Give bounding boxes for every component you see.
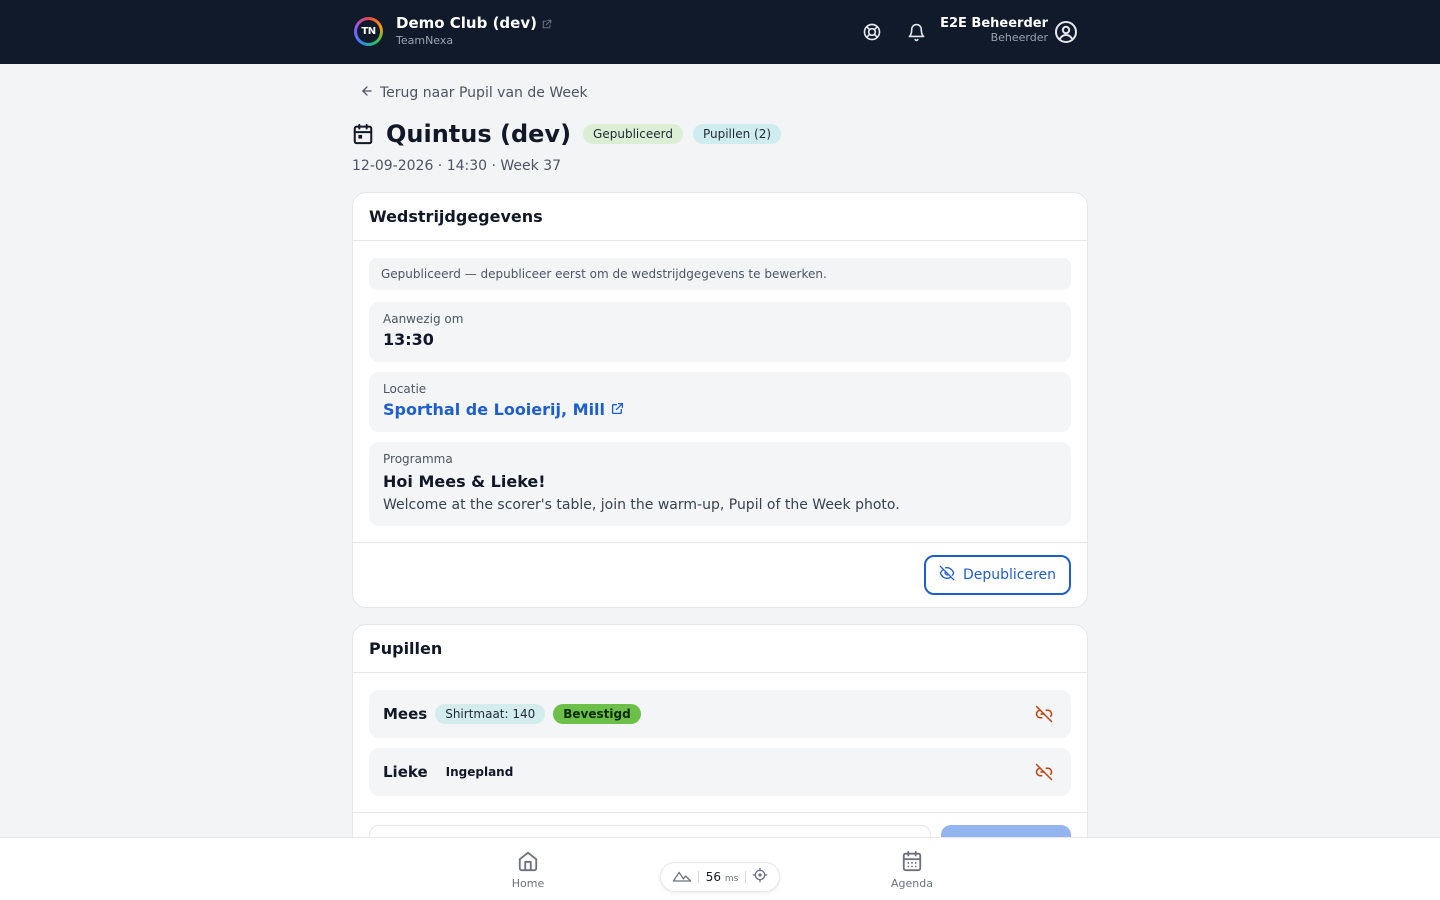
- org-name: TeamNexa: [396, 34, 454, 47]
- mountain-icon[interactable]: [672, 868, 692, 887]
- unlink-pupil-icon[interactable]: [1035, 705, 1053, 723]
- club-brand[interactable]: TN Demo Club (dev) TeamNexa: [354, 16, 552, 46]
- user-menu[interactable]: E2E Beheerder Beheerder: [940, 17, 1048, 43]
- divider: [744, 871, 746, 883]
- club-name: Demo Club (dev): [396, 14, 537, 32]
- nav-agenda[interactable]: Agenda: [872, 850, 952, 890]
- calendar-icon: [352, 123, 374, 145]
- crosshair-icon[interactable]: [752, 867, 768, 887]
- pupil-status-badge: Ingepland: [445, 765, 514, 779]
- present-at-label: Aanwezig om: [383, 312, 464, 326]
- pupils-count-badge: Pupillen (2): [692, 124, 782, 144]
- page-title: Quintus (dev): [386, 120, 572, 148]
- notifications-bell-icon[interactable]: [905, 21, 927, 43]
- user-avatar-icon[interactable]: [1054, 20, 1078, 44]
- external-link-icon: [611, 400, 624, 419]
- top-bar: TN Demo Club (dev) TeamNexa E2E Beheerde…: [0, 0, 1440, 64]
- location-link[interactable]: Sporthal de Looierij, Mill: [383, 400, 1057, 419]
- pupil-name: Mees: [383, 705, 428, 723]
- pupil-row: Mees Shirtmaat: 140 Bevestigd: [369, 690, 1071, 738]
- pupils-card-title: Pupillen: [353, 625, 1087, 673]
- unpublish-button[interactable]: Depubliceren: [924, 555, 1071, 595]
- program-text: Welcome at the scorer's table, join the …: [383, 497, 900, 513]
- latency-value: 56: [705, 870, 721, 884]
- divider: [698, 871, 700, 883]
- pupil-status-badge: Bevestigd: [553, 704, 641, 724]
- match-details-card: Wedstrijdgegevens Gepubliceerd — depubli…: [352, 192, 1088, 608]
- shirt-size-chip: Shirtmaat: 140: [435, 704, 546, 724]
- club-logo-text: TN: [357, 19, 380, 43]
- published-notice: Gepubliceerd — depubliceer eerst om de w…: [369, 258, 1071, 290]
- user-name: E2E Beheerder: [940, 16, 1048, 31]
- present-at-value: 13:30: [383, 330, 434, 349]
- back-link-label: Terug naar Pupil van de Week: [380, 85, 588, 101]
- status-badge: Gepubliceerd: [583, 124, 683, 144]
- external-link-icon[interactable]: [542, 19, 552, 29]
- unpublish-label: Depubliceren: [962, 567, 1057, 583]
- match-datetime: 12-09-2026 · 14:30 · Week 37: [352, 158, 562, 174]
- latency-readout: 56 ms: [706, 870, 739, 884]
- present-at-field: Aanwezig om 13:30: [369, 302, 1071, 362]
- pupil-row: Lieke Ingepland: [369, 748, 1071, 796]
- location-field: Locatie Sporthal de Looierij, Mill: [369, 372, 1071, 432]
- program-title: Hoi Mees & Lieke!: [383, 472, 546, 491]
- pupil-name: Lieke: [383, 763, 428, 781]
- match-details-footer: Depubliceren: [353, 542, 1087, 608]
- home-icon: [518, 851, 538, 872]
- divider: [353, 812, 1087, 813]
- arrow-left-icon: [360, 84, 374, 102]
- club-logo: TN: [354, 16, 383, 46]
- match-details-title: Wedstrijdgegevens: [353, 193, 1087, 241]
- location-label: Locatie: [383, 382, 427, 396]
- nav-agenda-label: Agenda: [891, 877, 933, 890]
- bottom-nav: Home 56 ms Agenda: [0, 837, 1440, 900]
- program-field: Programma Hoi Mees & Lieke! Welcome at t…: [369, 442, 1071, 526]
- calendar-icon: [902, 850, 922, 872]
- nav-home-label: Home: [511, 877, 545, 890]
- program-label: Programma: [383, 452, 453, 466]
- location-value: Sporthal de Looierij, Mill: [383, 400, 606, 419]
- eye-off-icon: [939, 565, 955, 585]
- back-link[interactable]: Terug naar Pupil van de Week: [360, 84, 588, 102]
- help-lifebuoy-icon[interactable]: [861, 21, 883, 43]
- user-role: Beheerder: [990, 31, 1048, 44]
- latency-unit: ms: [724, 874, 739, 884]
- page-title-row: Quintus (dev) Gepubliceerd Pupillen (2): [352, 120, 791, 148]
- nav-home[interactable]: Home: [488, 850, 568, 890]
- performance-widget: 56 ms: [660, 862, 780, 892]
- unlink-pupil-icon[interactable]: [1035, 763, 1053, 781]
